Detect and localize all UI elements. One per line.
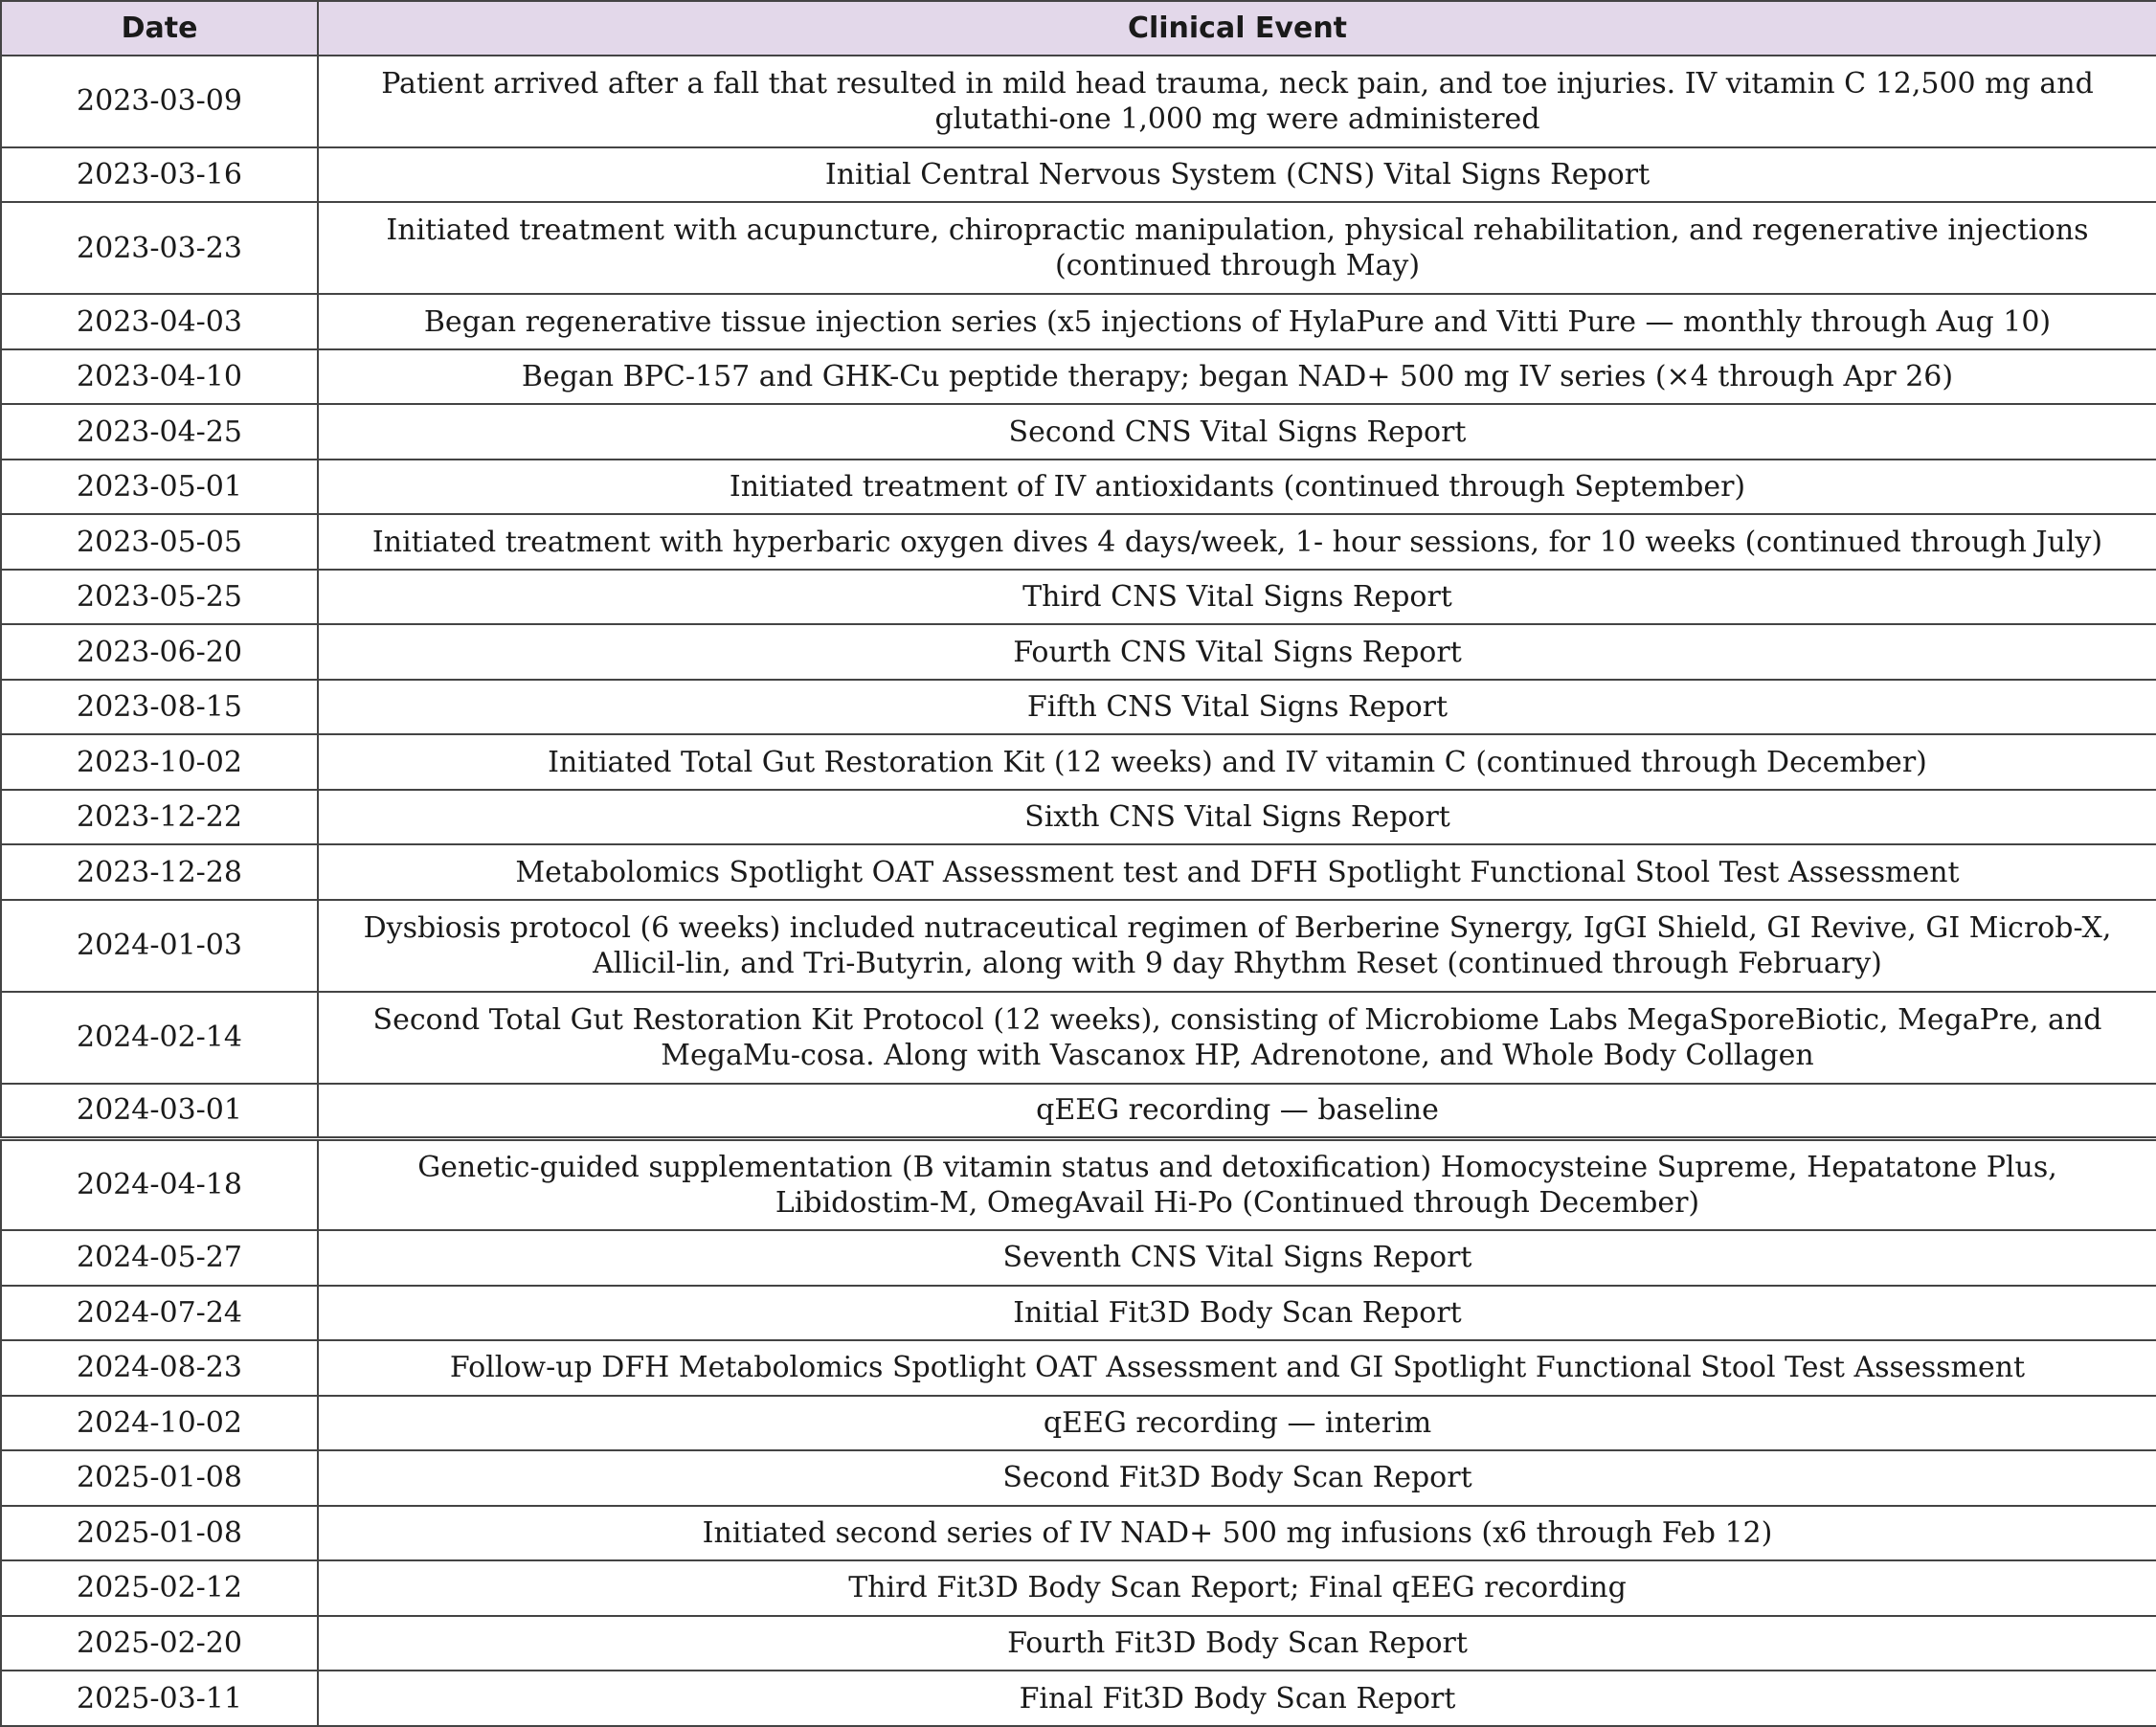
event-description: Fifth CNS Vital Signs Report (317, 678, 2156, 736)
event-description: Metabolomics Spotlight OAT Assessment te… (317, 843, 2156, 901)
event-description: qEEG recording — baseline (317, 1082, 2156, 1141)
table-row: 2025-01-08 Initiated second series of IV… (0, 1504, 2156, 1562)
event-date: 2023-12-28 (0, 843, 319, 901)
table-row: 2023-04-10 Began BPC-157 and GHK-Cu pept… (0, 348, 2156, 406)
event-description: Began regenerative tissue injection seri… (317, 293, 2156, 350)
table-row: 2024-01-03 Dysbiosis protocol (6 weeks) … (0, 898, 2156, 993)
event-description: Third CNS Vital Signs Report (317, 568, 2156, 626)
event-description: Sixth CNS Vital Signs Report (317, 788, 2156, 846)
event-date: 2024-03-01 (0, 1082, 319, 1141)
event-description: Second Fit3D Body Scan Report (317, 1449, 2156, 1507)
event-description: Initial Fit3D Body Scan Report (317, 1284, 2156, 1342)
table-row: 2025-03-11 Final Fit3D Body Scan Report (0, 1670, 2156, 1727)
event-date: 2023-04-10 (0, 348, 319, 406)
table-row: 2023-05-25 Third CNS Vital Signs Report (0, 568, 2156, 626)
table-row: 2025-01-08 Second Fit3D Body Scan Report (0, 1449, 2156, 1507)
event-date: 2023-03-16 (0, 146, 319, 204)
table-row: 2023-04-25 Second CNS Vital Signs Report (0, 403, 2156, 460)
table-row: 2024-03-01 qEEG recording — baseline (0, 1082, 2156, 1141)
table-row: 2023-06-20 Fourth CNS Vital Signs Report (0, 623, 2156, 681)
event-date: 2023-03-23 (0, 201, 319, 296)
event-description: Third Fit3D Body Scan Report; Final qEEG… (317, 1559, 2156, 1617)
event-date: 2023-05-05 (0, 513, 319, 571)
event-description: Initiated treatment with acupuncture, ch… (317, 201, 2156, 296)
event-description: Fourth CNS Vital Signs Report (317, 623, 2156, 681)
date-column-header: Date (0, 0, 319, 56)
event-description: Initial Central Nervous System (CNS) Vit… (317, 146, 2156, 204)
event-description: Patient arrived after a fall that result… (317, 55, 2156, 148)
event-date: 2024-10-02 (0, 1394, 319, 1452)
event-date: 2023-04-03 (0, 293, 319, 350)
table-row: 2025-02-12 Third Fit3D Body Scan Report;… (0, 1559, 2156, 1617)
event-date: 2025-01-08 (0, 1449, 319, 1507)
event-date: 2023-04-25 (0, 403, 319, 460)
table-row: 2024-04-18 Genetic-guided supplementatio… (0, 1137, 2156, 1232)
table-row: 2023-12-22 Sixth CNS Vital Signs Report (0, 788, 2156, 846)
table-row: 2024-02-14 Second Total Gut Restoration … (0, 990, 2156, 1085)
table-row: 2024-05-27 Seventh CNS Vital Signs Repor… (0, 1229, 2156, 1287)
event-date: 2024-07-24 (0, 1284, 319, 1342)
event-description: Initiated second series of IV NAD+ 500 m… (317, 1504, 2156, 1562)
table-row: 2023-12-28 Metabolomics Spotlight OAT As… (0, 843, 2156, 901)
event-date: 2023-06-20 (0, 623, 319, 681)
event-description: Seventh CNS Vital Signs Report (317, 1229, 2156, 1287)
event-description: Initiated treatment with hyperbaric oxyg… (317, 513, 2156, 571)
event-description: Initiated Total Gut Restoration Kit (12 … (317, 733, 2156, 791)
event-date: 2025-01-08 (0, 1504, 319, 1562)
table-row: 2023-03-23 Initiated treatment with acup… (0, 201, 2156, 296)
table-row: 2023-04-03 Began regenerative tissue inj… (0, 293, 2156, 350)
event-date: 2024-05-27 (0, 1229, 319, 1287)
event-description: Genetic-guided supplementation (B vitami… (317, 1137, 2156, 1232)
event-description: Final Fit3D Body Scan Report (317, 1670, 2156, 1727)
event-column-header: Clinical Event (317, 0, 2156, 56)
event-date: 2023-08-15 (0, 678, 319, 736)
event-description: Second Total Gut Restoration Kit Protoco… (317, 990, 2156, 1085)
table-row: 2023-03-09 Patient arrived after a fall … (0, 55, 2156, 148)
event-description: Dysbiosis protocol (6 weeks) included nu… (317, 898, 2156, 993)
table-row: 2023-05-01 Initiated treatment of IV ant… (0, 458, 2156, 516)
event-date: 2023-05-25 (0, 568, 319, 626)
event-date: 2024-01-03 (0, 898, 319, 993)
table-row: 2023-10-02 Initiated Total Gut Restorati… (0, 733, 2156, 791)
event-date: 2023-05-01 (0, 458, 319, 516)
event-description: qEEG recording — interim (317, 1394, 2156, 1452)
event-date: 2025-03-11 (0, 1670, 319, 1727)
table-row: 2024-07-24 Initial Fit3D Body Scan Repor… (0, 1284, 2156, 1342)
event-description: Initiated treatment of IV antioxidants (… (317, 458, 2156, 516)
event-date: 2024-02-14 (0, 990, 319, 1085)
event-description: Second CNS Vital Signs Report (317, 403, 2156, 460)
table-row: 2023-05-05 Initiated treatment with hype… (0, 513, 2156, 571)
event-date: 2025-02-20 (0, 1614, 319, 1672)
table-header-row: Date Clinical Event (0, 0, 2156, 56)
event-date: 2024-08-23 (0, 1339, 319, 1397)
event-description: Fourth Fit3D Body Scan Report (317, 1614, 2156, 1672)
event-date: 2023-03-09 (0, 55, 319, 148)
table-row: 2023-03-16 Initial Central Nervous Syste… (0, 146, 2156, 204)
event-date: 2023-12-22 (0, 788, 319, 846)
event-description: Began BPC-157 and GHK-Cu peptide therapy… (317, 348, 2156, 406)
clinical-events-table: Date Clinical Event 2023-03-09 Patient a… (0, 0, 2156, 1727)
table-row: 2024-08-23 Follow-up DFH Metabolomics Sp… (0, 1339, 2156, 1397)
table-row: 2024-10-02 qEEG recording — interim (0, 1394, 2156, 1452)
table-row: 2025-02-20 Fourth Fit3D Body Scan Report (0, 1614, 2156, 1672)
event-date: 2024-04-18 (0, 1137, 319, 1232)
event-date: 2025-02-12 (0, 1559, 319, 1617)
table-row: 2023-08-15 Fifth CNS Vital Signs Report (0, 678, 2156, 736)
event-date: 2023-10-02 (0, 733, 319, 791)
event-description: Follow-up DFH Metabolomics Spotlight OAT… (317, 1339, 2156, 1397)
